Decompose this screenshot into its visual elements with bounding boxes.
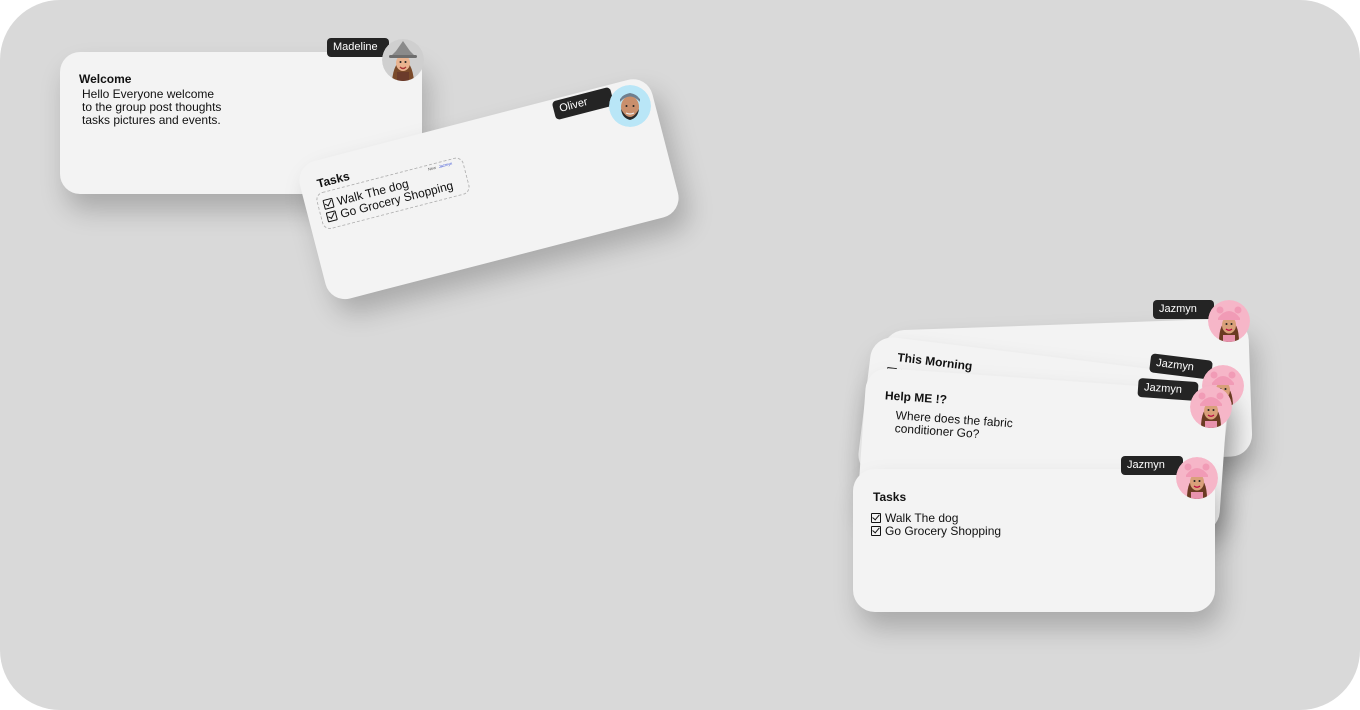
note-title: Welcome xyxy=(79,72,132,86)
author-badge-jazmyn: Jazmyn xyxy=(1153,300,1214,319)
task-list: Walk The dog Go Grocery Shopping xyxy=(871,510,1002,538)
task-item[interactable]: Walk The dog xyxy=(871,510,1001,525)
checkbox-checked-icon[interactable] xyxy=(322,197,335,210)
task-label: Go Grocery Shopping xyxy=(885,523,1002,538)
jazmyn-tasks-card[interactable]: Tasks Walk The dog Go Grocery Shopping xyxy=(853,469,1215,612)
checkbox-checked-icon[interactable] xyxy=(871,512,881,523)
jazmyn-avatar-icon[interactable] xyxy=(1190,386,1232,428)
jazmyn-avatar-icon[interactable] xyxy=(1208,300,1250,342)
madeline-avatar-icon[interactable] xyxy=(382,39,424,81)
whiteboard-canvas[interactable]: Welcome Hello Everyone welcome to the gr… xyxy=(0,0,1360,710)
jazmyn-avatar-icon[interactable] xyxy=(1176,457,1218,499)
author-badge-jazmyn: Jazmyn xyxy=(1137,377,1199,402)
author-badge-jazmyn: Jazmyn xyxy=(1121,456,1183,475)
oliver-avatar-icon[interactable] xyxy=(609,85,651,127)
note-title: Tasks xyxy=(873,490,907,504)
task-item[interactable]: Go Grocery Shopping xyxy=(871,523,1002,538)
task-label: Walk The dog xyxy=(885,510,959,525)
checkbox-checked-icon[interactable] xyxy=(325,209,338,223)
author-badge-madeline: Madeline xyxy=(327,38,389,57)
checkbox-checked-icon[interactable] xyxy=(871,525,881,536)
note-body: Hello Everyone welcome to the group post… xyxy=(82,87,222,127)
